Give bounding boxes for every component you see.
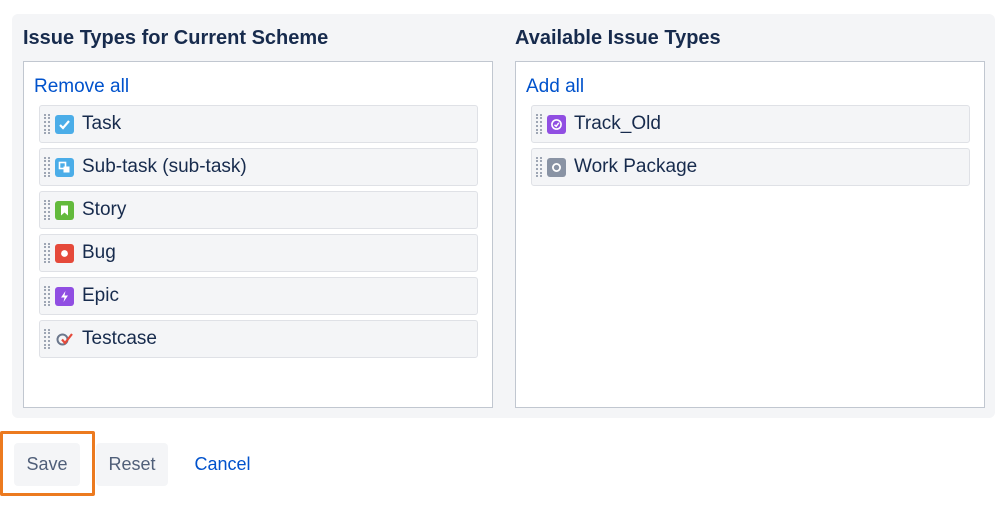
issue-type-label: Bug [82, 242, 116, 263]
current-scheme-title: Issue Types for Current Scheme [23, 27, 329, 49]
drag-handle-icon[interactable] [44, 329, 50, 349]
issue-type-item-work-package[interactable]: Work Package [531, 148, 970, 186]
issue-type-label: Story [82, 199, 127, 220]
remove-all-link[interactable]: Remove all [34, 76, 129, 98]
save-button[interactable]: Save [14, 443, 80, 486]
issue-type-item-subtask[interactable]: Sub-task (sub-task) [39, 148, 478, 186]
drag-handle-icon[interactable] [536, 114, 542, 134]
testcase-icon [55, 330, 74, 349]
issue-type-item-task[interactable]: Task [39, 105, 478, 143]
drag-handle-icon[interactable] [44, 286, 50, 306]
drag-handle-icon[interactable] [44, 243, 50, 263]
issue-type-label: Epic [82, 285, 119, 306]
issue-type-label: Work Package [574, 156, 698, 177]
bug-icon [55, 243, 74, 263]
issue-type-item-bug[interactable]: Bug [39, 234, 478, 272]
story-icon [55, 200, 74, 220]
issue-type-label: Track_Old [574, 113, 661, 134]
drag-handle-icon[interactable] [44, 114, 50, 134]
available-types-title: Available Issue Types [515, 27, 721, 49]
issue-type-item-story[interactable]: Story [39, 191, 478, 229]
issue-type-item-epic[interactable]: Epic [39, 277, 478, 315]
issue-type-label: Task [82, 113, 122, 134]
cancel-button[interactable]: Cancel [185, 443, 260, 486]
issue-type-item-testcase[interactable]: Testcase [39, 320, 478, 358]
add-all-link[interactable]: Add all [526, 76, 584, 98]
work-package-icon [547, 157, 566, 177]
available-types-list: Add all Track_Old Work Package [515, 61, 985, 408]
track-icon [547, 114, 566, 134]
task-icon [55, 114, 74, 134]
subtask-icon [55, 157, 74, 177]
drag-handle-icon[interactable] [536, 157, 542, 177]
issue-type-label: Sub-task (sub-task) [82, 156, 247, 177]
drag-handle-icon[interactable] [44, 157, 50, 177]
issue-type-item-track-old[interactable]: Track_Old [531, 105, 970, 143]
epic-icon [55, 286, 74, 306]
drag-handle-icon[interactable] [44, 200, 50, 220]
issue-type-label: Testcase [82, 328, 157, 349]
reset-button[interactable]: Reset [96, 443, 168, 486]
current-scheme-list: Remove all Task Sub-task (sub-task) Stor… [23, 61, 493, 408]
